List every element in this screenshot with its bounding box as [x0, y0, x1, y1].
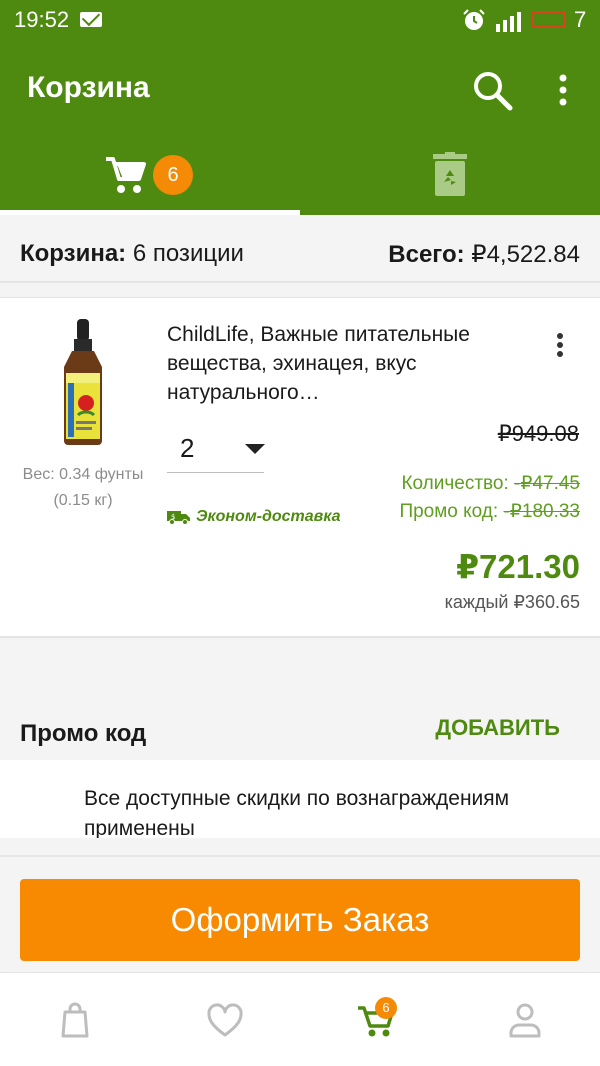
- price-each-value: ₽360.65: [513, 592, 580, 612]
- cart-icon: [106, 157, 146, 193]
- total-value: ₽4,522.84: [471, 241, 580, 268]
- search-icon[interactable]: [470, 68, 514, 112]
- total-label: Всего:: [388, 241, 465, 268]
- tab-cart[interactable]: [0, 132, 300, 215]
- item-more-icon[interactable]: [552, 332, 568, 358]
- price-each-label: каждый: [444, 592, 509, 612]
- shopping-bag-icon[interactable]: [53, 998, 97, 1042]
- signal-icon: [496, 12, 521, 32]
- heart-icon[interactable]: [203, 998, 247, 1042]
- nav-cart-badge: 6: [375, 997, 397, 1019]
- promo-discount-label: Промо код:: [399, 501, 499, 522]
- account-icon[interactable]: [503, 998, 547, 1042]
- status-time: 19:52: [14, 7, 70, 32]
- battery-percent: 7: [574, 7, 587, 32]
- checkout-button[interactable]: Оформить Заказ: [20, 879, 580, 961]
- shipping-method: Эконом-доставка: [196, 508, 341, 525]
- alarm-icon: [463, 9, 485, 30]
- more-vert-icon[interactable]: [552, 72, 574, 108]
- svg-text:$: $: [171, 513, 175, 521]
- cart-count-badge: 6: [153, 155, 193, 195]
- battery-icon: [532, 11, 566, 28]
- rewards-text: Все доступные скидки по вознаграждениям …: [84, 787, 510, 838]
- price-each: каждый ₽360.65: [0, 592, 580, 613]
- product-title[interactable]: ChildLife, Важные питательные вещества, …: [167, 320, 517, 407]
- trash-recycle-icon: [433, 152, 467, 196]
- price-final: ₽721.30: [456, 548, 580, 585]
- add-promo-button[interactable]: ДОБАВИТЬ: [0, 715, 560, 741]
- quantity-discount-value: -₽47.45: [514, 473, 580, 494]
- truck-icon: $: [167, 511, 190, 525]
- quantity-discount: Количество: -₽47.45: [0, 472, 580, 495]
- quantity-discount-label: Количество:: [401, 473, 509, 494]
- price-original: ₽949.08: [497, 421, 579, 446]
- page-title: Корзина: [27, 71, 150, 104]
- mail-icon: [80, 12, 102, 27]
- promo-discount-value: -₽180.33: [503, 501, 580, 522]
- cart-summary-total: Всего: ₽4,522.84: [0, 240, 580, 269]
